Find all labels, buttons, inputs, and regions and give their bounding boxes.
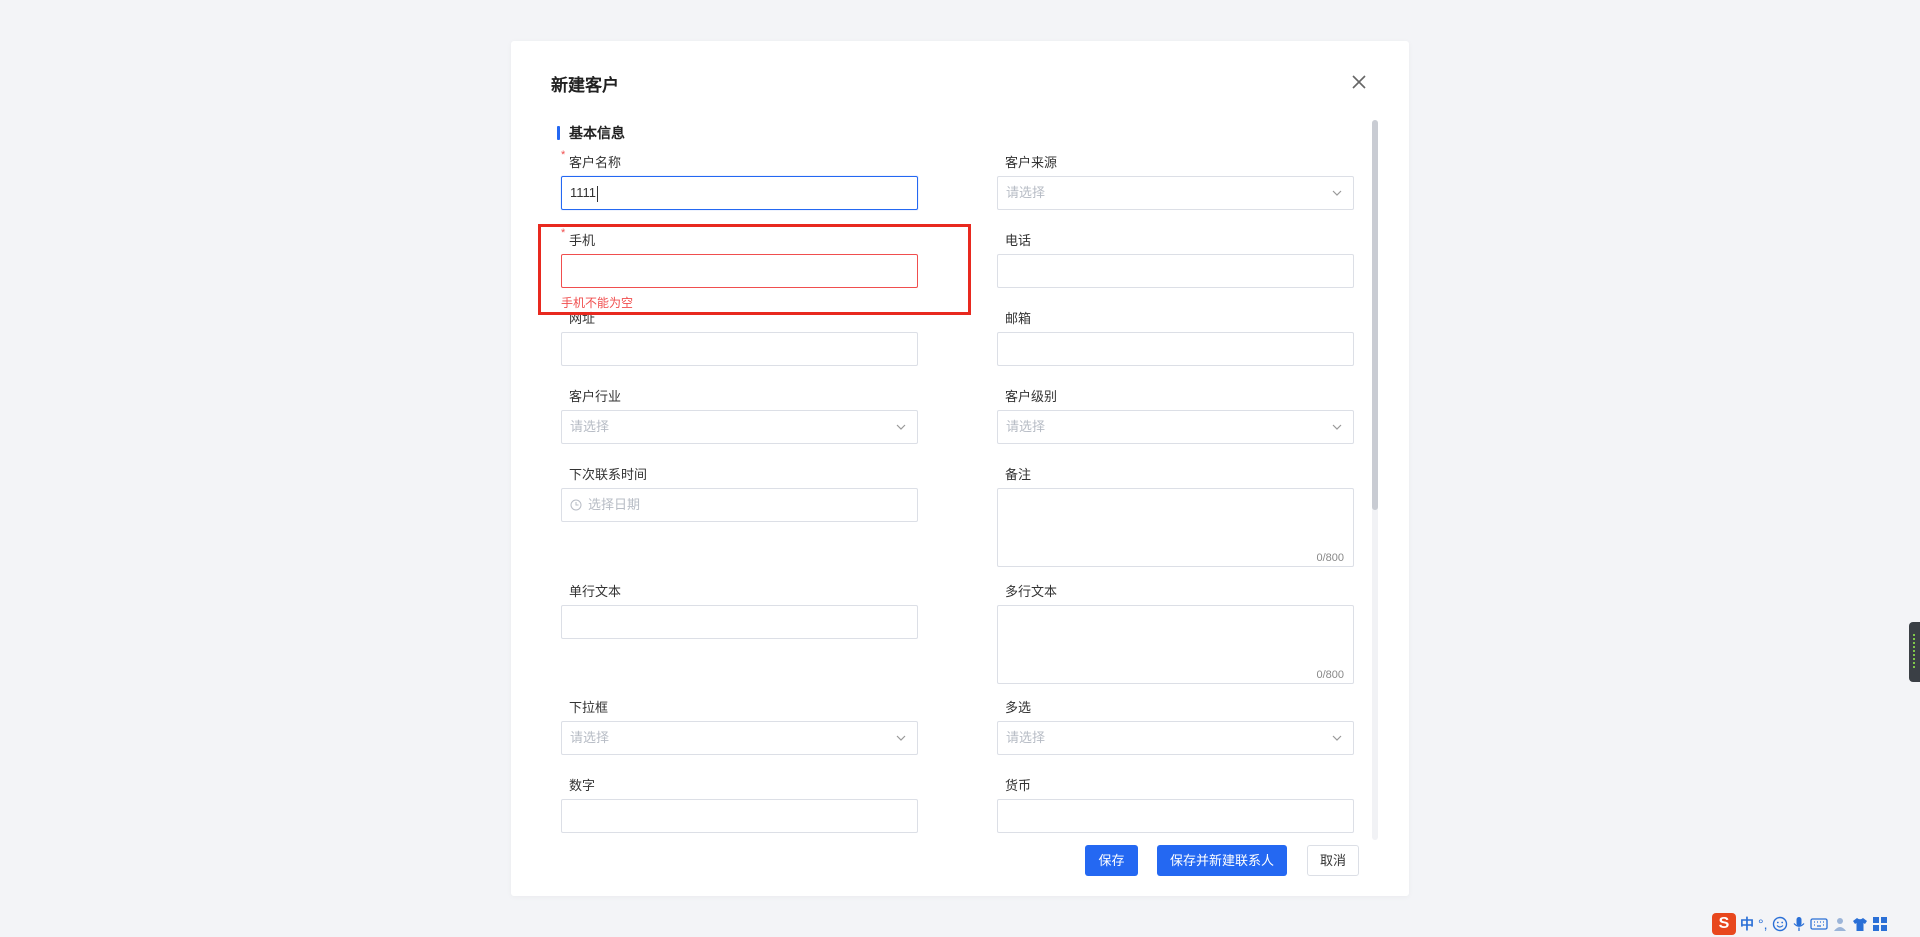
chevron-down-icon (1332, 190, 1342, 196)
form-area: 基本信息 * 客户名称 1111 客户来源 请选择 * 手机 手机不能为空 电话… (511, 41, 1371, 841)
save-and-new-contact-button[interactable]: 保存并新建联系人 (1157, 845, 1287, 876)
scrollbar-thumb[interactable] (1372, 120, 1378, 510)
next-contact-date-picker[interactable]: 选择日期 (561, 488, 918, 522)
number-label: 数字 (569, 778, 596, 793)
level-label: 客户级别 (1005, 389, 1058, 404)
ime-logo[interactable]: S (1712, 913, 1736, 935)
remark-textarea[interactable]: 0/800 (997, 488, 1354, 567)
currency-label: 货币 (1005, 778, 1032, 793)
currency-input[interactable] (997, 799, 1354, 833)
grid-icon[interactable] (1872, 916, 1888, 932)
multi-select-label: 多选 (1005, 700, 1032, 715)
user-icon[interactable] (1832, 916, 1848, 932)
microphone-icon[interactable] (1792, 916, 1806, 932)
next-contact-label: 下次联系时间 (569, 467, 648, 482)
single-text-label: 单行文本 (569, 584, 622, 599)
chevron-down-icon (1332, 735, 1342, 741)
multi-text-label: 多行文本 (1005, 584, 1058, 599)
customer-name-input[interactable]: 1111 (561, 176, 918, 210)
email-input[interactable] (997, 332, 1354, 366)
multi-select[interactable]: 请选择 (997, 721, 1354, 755)
shirt-icon[interactable] (1852, 916, 1868, 932)
ime-toolbar: S 中 °, (1712, 912, 1888, 936)
phone-input[interactable] (997, 254, 1354, 288)
text-cursor (597, 185, 599, 202)
ime-punctuation-toggle[interactable]: °, (1758, 916, 1768, 932)
ime-mode-toggle[interactable]: 中 (1740, 914, 1754, 934)
level-select[interactable]: 请选择 (997, 410, 1354, 444)
phone-label: 电话 (1005, 233, 1032, 248)
email-label: 邮箱 (1005, 311, 1032, 326)
industry-label: 客户行业 (569, 389, 622, 404)
clock-icon (570, 499, 582, 511)
chevron-down-icon (896, 424, 906, 430)
required-marker: * (561, 149, 566, 161)
dropdown-select[interactable]: 请选择 (561, 721, 918, 755)
keyboard-icon[interactable] (1809, 917, 1828, 931)
error-highlight-box (538, 224, 971, 315)
multi-text-char-counter: 0/800 (1316, 669, 1344, 681)
cancel-button[interactable]: 取消 (1307, 845, 1359, 876)
section-title: 基本信息 (557, 125, 625, 141)
chevron-down-icon (1332, 424, 1342, 430)
customer-source-select[interactable]: 请选择 (997, 176, 1354, 210)
save-button[interactable]: 保存 (1085, 845, 1138, 876)
customer-source-label: 客户来源 (1005, 155, 1058, 170)
dropdown-label: 下拉框 (569, 700, 609, 715)
industry-select[interactable]: 请选择 (561, 410, 918, 444)
side-floating-widget[interactable] (1909, 622, 1920, 682)
new-customer-dialog: 新建客户 基本信息 * 客户名称 1111 客户来源 请选择 * 手机 手机不能… (511, 41, 1409, 896)
customer-name-label: * 客户名称 (561, 149, 622, 170)
smiley-icon[interactable] (1772, 916, 1788, 932)
single-text-input[interactable] (561, 605, 918, 639)
chevron-down-icon (896, 735, 906, 741)
remark-char-counter: 0/800 (1316, 552, 1344, 564)
multi-text-textarea[interactable]: 0/800 (997, 605, 1354, 684)
remark-label: 备注 (1005, 467, 1032, 482)
number-input[interactable] (561, 799, 918, 833)
website-input[interactable] (561, 332, 918, 366)
